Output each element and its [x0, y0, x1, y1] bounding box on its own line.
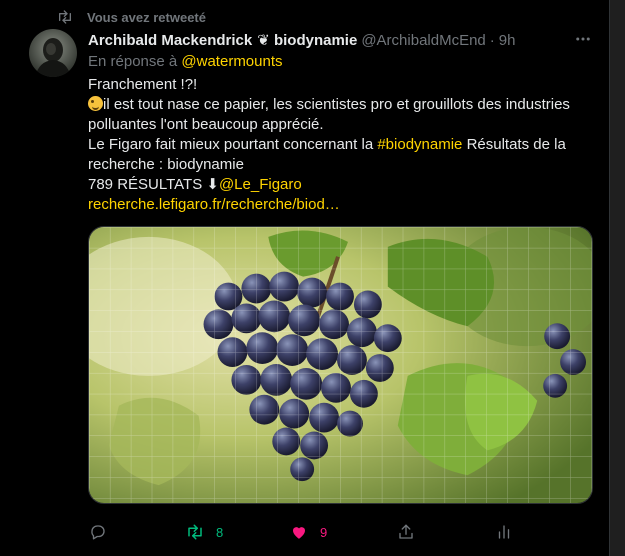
tweet-timestamp[interactable]: 9h: [499, 32, 516, 49]
author-name[interactable]: Archibald Mackendrick: [88, 32, 252, 49]
retweet-icon: [59, 10, 71, 24]
analytics-button[interactable]: [495, 520, 513, 544]
like-button[interactable]: 9: [290, 520, 327, 544]
share-icon: [399, 524, 413, 539]
tweet-card[interactable]: Vous avez retweeté Archibald Mackendrick…: [0, 0, 609, 556]
author-name-suffix[interactable]: ❦ biodynamie: [257, 31, 357, 49]
tweet-text-line: 789 RÉSULTATS ⬇@Le_Figaro: [88, 176, 302, 193]
retweet-notice: Vous avez retweeté: [57, 9, 206, 25]
winking-face-emoji-icon: [88, 96, 103, 111]
scrollbar[interactable]: [609, 0, 625, 556]
more-options-icon[interactable]: [574, 30, 592, 48]
analytics-icon: [498, 525, 510, 539]
retweet-count: 8: [216, 524, 224, 540]
like-count: 9: [320, 524, 328, 540]
reply-prefix: En réponse à: [88, 53, 178, 70]
separator-dot: ·: [489, 31, 495, 49]
retweet-icon: [188, 524, 202, 540]
reply-icon: [91, 525, 105, 540]
reply-target-link[interactable]: @watermounts: [181, 53, 282, 70]
tweet-media-image[interactable]: [88, 226, 593, 504]
avatar[interactable]: [29, 29, 77, 77]
tweet-text-line: il est tout nase ce papier, les scientis…: [88, 96, 570, 133]
tweet-text: Franchement !?! il est tout nase ce papi…: [88, 75, 593, 215]
retweet-button[interactable]: 8: [186, 520, 223, 544]
reply-button[interactable]: [89, 520, 119, 544]
mention-link[interactable]: @Le_Figaro: [219, 176, 302, 193]
hashtag-link[interactable]: #biodynamie: [377, 136, 462, 153]
reply-context: En réponse à @watermounts: [88, 53, 283, 70]
heart-icon: [293, 527, 305, 539]
tweet-text-line: Le Figaro fait mieux pourtant concernant…: [88, 136, 566, 173]
author-handle[interactable]: @ArchibaldMcEnd: [361, 32, 485, 49]
tweet-text-line: Franchement !?!: [88, 76, 198, 93]
tweet-header: Archibald Mackendrick ❦ biodynamie @Arch…: [88, 31, 516, 50]
retweet-notice-label: Vous avez retweeté: [87, 9, 206, 25]
tweet-actions: 8 9: [88, 520, 528, 544]
share-button[interactable]: [397, 520, 415, 544]
url-link[interactable]: recherche.lefigaro.fr/recherche/biod…: [88, 195, 593, 215]
